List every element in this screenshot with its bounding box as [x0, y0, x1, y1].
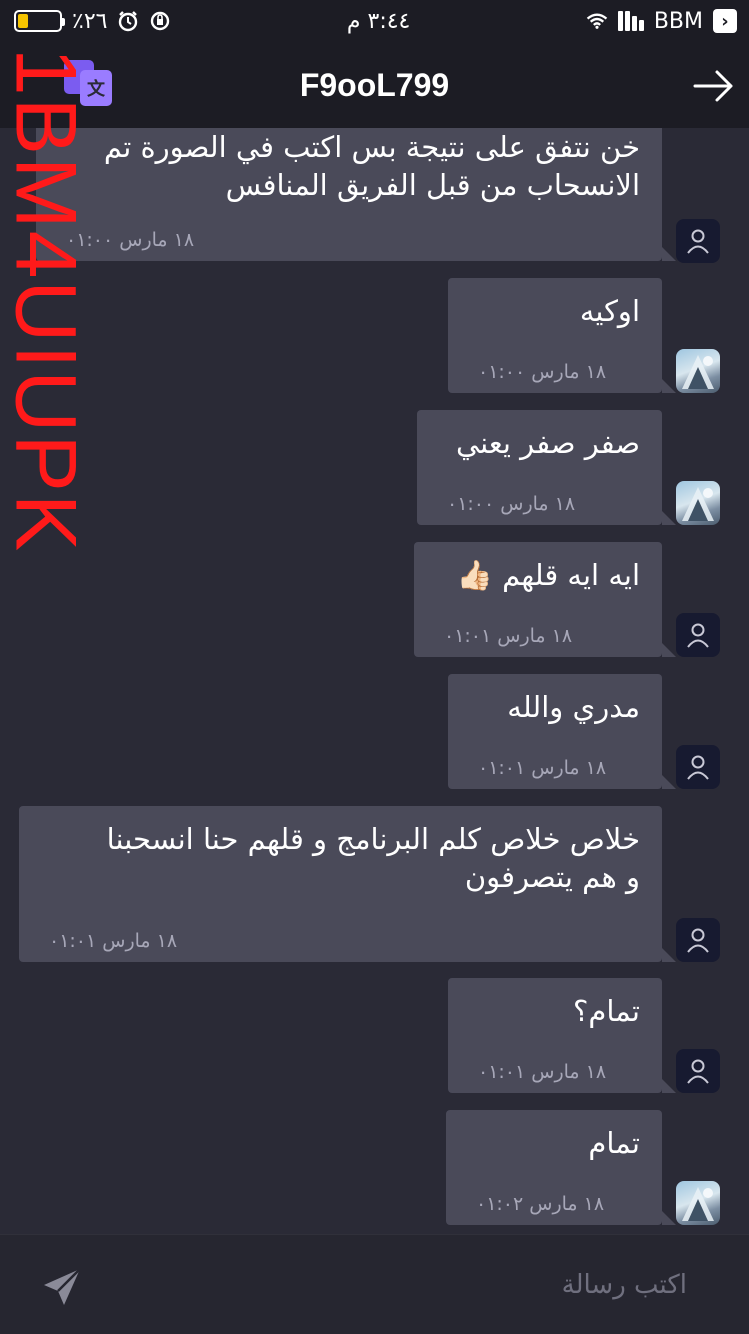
wifi-icon: [586, 10, 608, 32]
carrier-name: BBM: [653, 8, 703, 34]
conversation-title: F9ooL799: [299, 66, 450, 103]
bubble-tail: [662, 511, 676, 525]
message-bubble[interactable]: صفر صفر يعني ١٨ مارس ٠١:٠٠: [417, 410, 676, 525]
bubble-tail: [662, 1079, 676, 1093]
message-timestamp: ١٨ مارس ٠١:٠١: [444, 625, 573, 647]
bubble-tail: [662, 379, 676, 393]
send-icon[interactable]: [40, 1265, 84, 1309]
message-timestamp: ١٨ مارس ٠١:٠٠: [66, 229, 195, 251]
message-line: تمام؟: [572, 994, 640, 1028]
message-composer: [0, 1234, 749, 1334]
chevron-right-icon[interactable]: ›: [712, 9, 737, 33]
message-bubble[interactable]: خن نتفق على نتيجة بس اكتب في الصورة تم ا…: [36, 128, 676, 261]
alarm-icon: [117, 10, 139, 32]
bubble-tail: [662, 948, 676, 962]
message-timestamp: ١٨ مارس ٠١:٠١: [478, 1061, 607, 1083]
message-text: اوكيه: [470, 292, 640, 330]
avatar-photo[interactable]: [676, 349, 720, 393]
avatar-default[interactable]: [676, 613, 720, 657]
bubble-tail: [662, 643, 676, 657]
avatar-default[interactable]: [676, 1049, 720, 1093]
status-left: ٪٢٦: [14, 9, 171, 34]
message-line: خلاص خلاص كلم البرنامج و قلهم حنا انسحبن…: [106, 822, 640, 856]
battery-level: [18, 14, 29, 28]
message-text: خلاص خلاص كلم البرنامج و قلهم حنا انسحبن…: [41, 820, 640, 896]
message-list[interactable]: خن نتفق على نتيجة بس اكتب في الصورة تم ا…: [0, 128, 749, 1234]
status-bar: ٪٢٦ ٣:٤٤ م BBM ›: [0, 0, 749, 42]
message-text: تمام؟: [470, 992, 640, 1030]
bubble-tail: [662, 1211, 676, 1225]
avatar-photo[interactable]: [676, 481, 720, 525]
message-bubble[interactable]: مدري والله ١٨ مارس ٠١:٠١: [448, 674, 676, 789]
message-bubble[interactable]: تمام ١٨ مارس ٠١:٠٢: [446, 1110, 676, 1225]
avatar-default[interactable]: [676, 918, 720, 962]
rotation-lock-icon: [149, 10, 171, 32]
message-timestamp: ١٨ مارس ٠١:٠١: [478, 757, 607, 779]
message-line: اوكيه: [579, 294, 640, 328]
message-line: تمام: [588, 1126, 640, 1160]
message-line: صفر صفر يعني: [455, 426, 640, 460]
message-timestamp: ١٨ مارس ٠١:٠٠: [478, 361, 607, 383]
message-timestamp: ١٨ مارس ٠١:٠٢: [476, 1193, 605, 1215]
avatar-default[interactable]: [676, 745, 720, 789]
message-line: خن نتفق على نتيجة بس اكتب في الصورة تم: [103, 130, 640, 164]
message-text: مدري والله: [470, 688, 640, 726]
message-text: تمام: [468, 1124, 640, 1162]
bubble-tail: [662, 775, 676, 789]
battery-icon: [14, 10, 65, 32]
avatar-default[interactable]: [676, 219, 720, 263]
chat-header: 文 F9ooL799: [0, 42, 749, 128]
message-line: ايه ايه قلهم 👍🏻: [456, 558, 640, 592]
status-time: ٣:٤٤ م: [346, 8, 411, 34]
message-line: مدري والله: [507, 690, 640, 724]
message-text: ايه ايه قلهم 👍🏻: [436, 556, 640, 594]
arrow-right-icon[interactable]: [693, 66, 735, 106]
status-right: BBM ›: [586, 9, 737, 34]
message-bubble[interactable]: اوكيه ١٨ مارس ٠١:٠٠: [448, 278, 676, 393]
message-text: خن نتفق على نتيجة بس اكتب في الصورة تم ا…: [58, 128, 640, 204]
bubble-tail: [662, 247, 676, 261]
translate-icon-front: 文: [80, 70, 112, 106]
signal-icon: [617, 11, 644, 31]
message-timestamp: ١٨ مارس ٠١:٠١: [49, 930, 178, 952]
message-bubble[interactable]: ايه ايه قلهم 👍🏻 ١٨ مارس ٠١:٠١: [414, 542, 676, 657]
message-line: الانسحاب من قبل الفريق المنافس: [225, 168, 640, 202]
avatar-photo[interactable]: [676, 1181, 720, 1225]
message-line: و هم يتصرفون: [464, 860, 640, 894]
translate-icon[interactable]: 文: [64, 60, 112, 108]
battery-percent: ٪٢٦: [72, 8, 108, 34]
message-timestamp: ١٨ مارس ٠١:٠٠: [447, 493, 576, 515]
message-bubble[interactable]: تمام؟ ١٨ مارس ٠١:٠١: [448, 978, 676, 1093]
message-input[interactable]: [167, 1263, 687, 1307]
message-bubble[interactable]: خلاص خلاص كلم البرنامج و قلهم حنا انسحبن…: [19, 806, 676, 962]
message-text: صفر صفر يعني: [439, 424, 640, 462]
